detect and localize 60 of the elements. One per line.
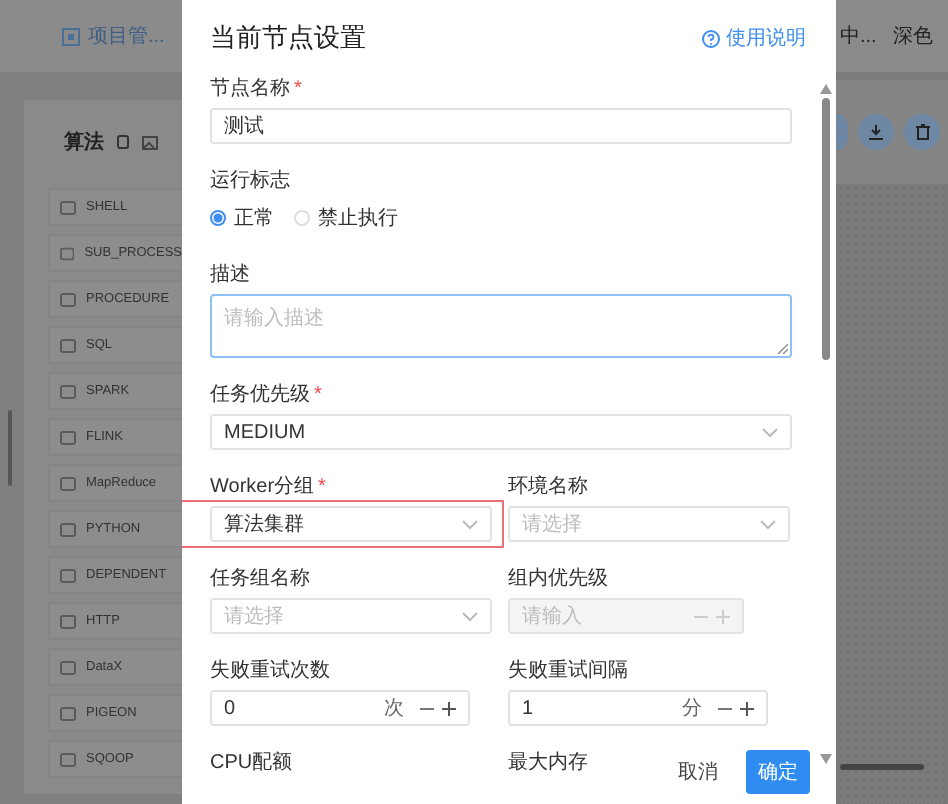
delete-button[interactable]	[904, 114, 940, 150]
chevron-down-icon	[462, 611, 478, 621]
drawer-title: 当前节点设置	[210, 20, 366, 56]
help-link[interactable]: 使用说明	[702, 24, 808, 52]
scroll-down-icon[interactable]	[820, 754, 832, 764]
field-label: 失败重试间隔	[508, 658, 628, 686]
field-label: 组内优先级	[508, 566, 608, 594]
unit-label: 分	[682, 696, 702, 722]
select-field[interactable]: MEDIUM	[210, 414, 792, 450]
chevron-down-icon	[462, 519, 478, 529]
chevron-down-icon	[760, 519, 776, 529]
number-input[interactable]: 1 分	[508, 690, 768, 726]
plus-icon[interactable]	[442, 701, 456, 715]
copy-icon[interactable]	[116, 134, 130, 150]
help-icon	[702, 29, 720, 47]
download-button[interactable]	[858, 114, 894, 150]
field-label: 环境名称	[508, 474, 588, 502]
trash-icon	[915, 124, 929, 140]
horizontal-scrollbar[interactable]	[840, 764, 924, 770]
image-icon[interactable]	[142, 135, 158, 149]
task-type-icon	[60, 521, 76, 537]
task-type-icon	[60, 383, 76, 399]
theme-text[interactable]: 深色	[892, 22, 933, 50]
download-icon	[868, 124, 884, 140]
chevron-down-icon	[762, 427, 778, 437]
menu-text[interactable]: 中...	[840, 22, 877, 50]
field-label: 描述	[210, 262, 250, 290]
unit-label: 次	[384, 696, 404, 722]
field-label: 失败重试次数	[210, 658, 330, 686]
select-field[interactable]: 算法集群	[210, 506, 492, 542]
task-type-icon	[60, 613, 76, 629]
confirm-button[interactable]: 确定	[746, 750, 810, 794]
palette-title: 算法	[64, 129, 104, 156]
scroll-up-icon[interactable]	[820, 84, 832, 94]
scrollbar[interactable]	[8, 410, 12, 486]
project-icon	[62, 27, 80, 45]
field-label: 最大内存	[508, 750, 588, 778]
field-label: 运行标志	[210, 168, 290, 196]
task-type-icon	[60, 245, 75, 261]
plus-icon[interactable]	[740, 701, 754, 715]
field-label: Worker分组 *	[210, 474, 326, 502]
scroll-thumb[interactable]	[822, 98, 830, 360]
task-type-icon	[60, 337, 76, 353]
task-type-icon	[60, 291, 76, 307]
task-type-icon	[60, 659, 76, 675]
task-type-icon	[60, 475, 76, 491]
field-label: 节点名称 *	[210, 76, 302, 104]
field-label: CPU配额	[210, 750, 293, 778]
radio-option[interactable]: 禁止执行	[294, 204, 398, 232]
text-input[interactable]: 测试	[210, 108, 792, 144]
resize-grip-icon[interactable]	[778, 344, 788, 354]
task-type-icon	[60, 429, 76, 445]
task-type-icon	[60, 705, 76, 721]
radio-option[interactable]: 正常	[210, 204, 274, 232]
task-type-icon	[60, 751, 76, 767]
number-input[interactable]: 0 次	[210, 690, 470, 726]
field-label: 任务组名称	[210, 566, 310, 594]
field-label: 任务优先级 *	[210, 382, 322, 410]
task-type-icon	[60, 567, 76, 583]
task-type-icon	[60, 199, 76, 215]
